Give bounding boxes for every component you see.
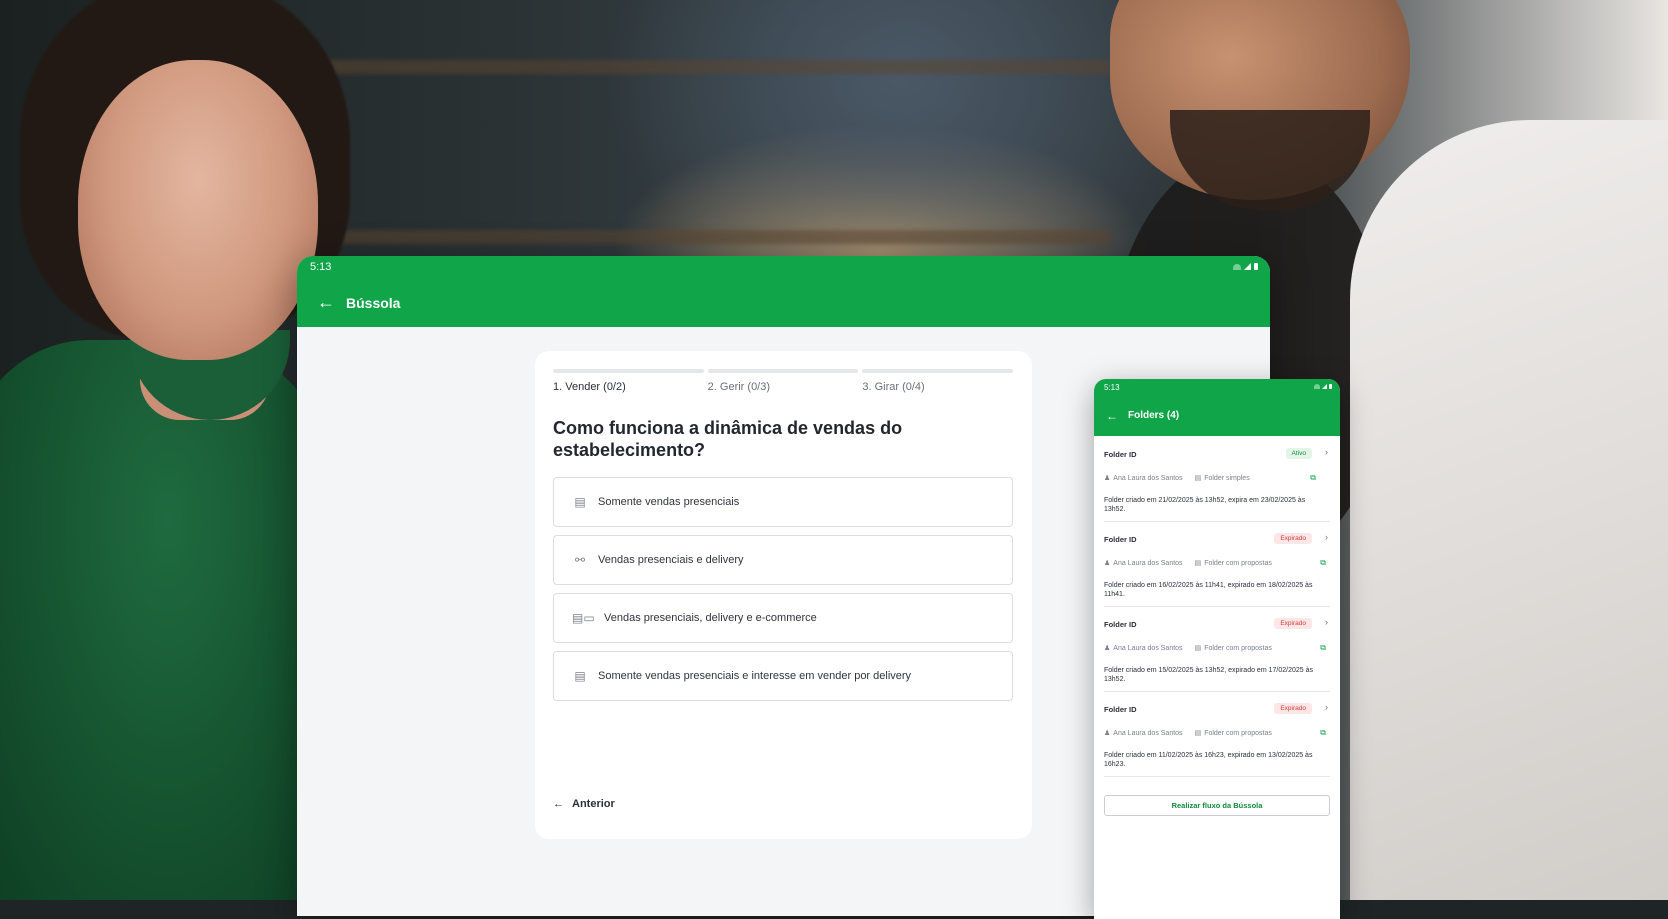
step-bar [707,369,859,373]
option-presencial-interesse-delivery[interactable]: ▤ Somente vendas presenciais e interesse… [553,651,1013,701]
store-icon: ▤ [574,495,586,509]
document-icon: ▤ [1194,475,1202,482]
status-badge: Ativo [1285,448,1312,459]
scooter-icon: ⚯ [574,553,586,567]
copy-icon[interactable]: ⧉ [1310,473,1316,483]
background-shelf [330,230,1110,244]
progress-steps: 1. Vender (0/2) 2. Gerir (0/3) 3. Girar … [553,369,1014,393]
folder-meta: ♟ Ana Laura dos Santos ▤ Folder com prop… [1104,558,1330,568]
folder-type: ▤ Folder simples [1194,474,1250,483]
question-title: Como funciona a dinâmica de vendas do es… [553,418,903,460]
previous-button[interactable]: ← Anterior [553,798,615,810]
phone-app-bar: 5:13 ← Folders (4) [1094,379,1340,436]
folder-meta: ♟ Ana Laura dos Santos ▤ Folder com prop… [1104,643,1330,653]
user-icon: ♟ [1104,475,1111,482]
phone-title: Folders (4) [1128,410,1180,421]
status-time: 5:13 [1104,383,1120,392]
document-icon: ▤ [1194,645,1202,652]
folder-type: ▤ Folder com propostas [1194,559,1272,568]
folder-description: Folder criado em 11/02/2025 às 16h23, ex… [1104,752,1313,768]
option-presencial-delivery-ecommerce[interactable]: ▤▭ Vendas presenciais, delivery e e-comm… [553,593,1013,643]
document-icon: ▤ [1194,730,1202,737]
chevron-right-icon[interactable]: › [1325,532,1328,542]
folder-description: Folder criado em 21/02/2025 às 13h52, ex… [1104,497,1306,513]
user-icon: ♟ [1104,730,1111,737]
woman-face [78,60,318,360]
chevron-right-icon[interactable]: › [1325,447,1328,457]
folder-item[interactable]: Folder ID Expirado › ♟ Ana Laura dos San… [1104,691,1330,777]
folder-id: Folder ID [1104,620,1137,629]
app-bar: 5:13 ← Bússola [297,256,1270,327]
step-label: 1. Vender (0/2) [553,381,626,393]
copy-icon[interactable]: ⧉ [1320,643,1326,653]
signal-icon [1322,384,1327,389]
store-icon: ▤ [574,669,586,683]
folder-type-label: Folder com propostas [1204,559,1272,567]
folder-owner: Ana Laura dos Santos [1113,644,1183,652]
folder-type-label: Folder com propostas [1204,729,1272,737]
battery-icon [1329,384,1332,389]
answer-options: ▤ Somente vendas presenciais ⚯ Vendas pr… [553,477,1013,709]
realizar-fluxo-button[interactable]: Realizar fluxo da Bússola [1104,795,1330,816]
signal-icon [1244,263,1251,270]
copy-icon[interactable]: ⧉ [1320,558,1326,568]
step-bar [553,369,704,373]
folder-meta: ♟ Ana Laura dos Santos ▤ Folder simples … [1104,473,1330,483]
user-icon: ♟ [1104,645,1111,652]
folder-meta: ♟ Ana Laura dos Santos ▤ Folder com prop… [1104,728,1330,738]
step-label: 2. Gerir (0/3) [707,381,771,393]
chevron-right-icon[interactable]: › [1325,702,1328,712]
wifi-icon [1233,263,1241,270]
woman-green-shirt [0,340,330,900]
folder-type: ▤ Folder com propostas [1194,729,1272,738]
step-label: 3. Girar (0/4) [862,381,925,393]
folder-id: Folder ID [1104,450,1137,459]
step-gerir: 2. Gerir (0/3) [707,369,859,393]
page-title: Bússola [346,295,401,311]
back-arrow-icon[interactable]: ← [317,293,335,311]
folder-id: Folder ID [1104,535,1137,544]
status-icons [1233,263,1258,270]
step-girar: 3. Girar (0/4) [862,369,1014,393]
step-bar [862,369,1014,373]
status-icons [1314,384,1332,389]
back-arrow-icon[interactable]: ← [1106,409,1118,423]
wifi-icon [1314,384,1320,389]
user-icon: ♟ [1104,560,1111,567]
previous-label: Anterior [572,798,615,810]
folder-type: ▤ Folder com propostas [1194,644,1272,653]
option-label: Vendas presenciais e delivery [598,554,744,566]
option-label: Somente vendas presenciais [598,496,740,508]
option-label: Vendas presenciais, delivery e e-commerc… [604,612,817,624]
folder-item[interactable]: Folder ID Expirado › ♟ Ana Laura dos San… [1104,521,1330,607]
battery-icon [1254,263,1258,270]
folder-type-label: Folder com propostas [1204,644,1272,652]
step-vender: 1. Vender (0/2) [553,369,704,393]
folder-id: Folder ID [1104,705,1137,714]
option-presencial[interactable]: ▤ Somente vendas presenciais [553,477,1013,527]
folder-owner: Ana Laura dos Santos [1113,729,1183,737]
man-shirt [1350,120,1668,900]
folder-owner: Ana Laura dos Santos [1113,474,1183,482]
folder-description: Folder criado em 16/02/2025 às 11h41, ex… [1104,582,1313,598]
status-badge: Expirado [1274,703,1312,714]
folder-type-label: Folder simples [1204,474,1250,482]
phone-screen: 5:13 ← Folders (4) Folder ID Ativo › ♟ A… [1094,379,1340,919]
option-presencial-delivery[interactable]: ⚯ Vendas presenciais e delivery [553,535,1013,585]
folder-item[interactable]: Folder ID Expirado › ♟ Ana Laura dos San… [1104,606,1330,692]
status-badge: Expirado [1274,618,1312,629]
status-time: 5:13 [310,261,332,273]
background-shelf [330,60,1110,74]
document-icon: ▤ [1194,560,1202,567]
arrow-left-icon: ← [553,798,564,810]
status-badge: Expirado [1274,533,1312,544]
question-card: 1. Vender (0/2) 2. Gerir (0/3) 3. Girar … [535,351,1032,839]
folder-owner: Ana Laura dos Santos [1113,559,1183,567]
copy-icon[interactable]: ⧉ [1320,728,1326,738]
option-label: Somente vendas presenciais e interesse e… [598,670,912,682]
store-delivery-laptop-icon: ▤▭ [572,611,595,625]
folder-item[interactable]: Folder ID Ativo › ♟ Ana Laura dos Santos… [1104,436,1330,522]
chevron-right-icon[interactable]: › [1325,617,1328,627]
folder-description: Folder criado em 15/02/2025 às 13h52, ex… [1104,667,1313,683]
